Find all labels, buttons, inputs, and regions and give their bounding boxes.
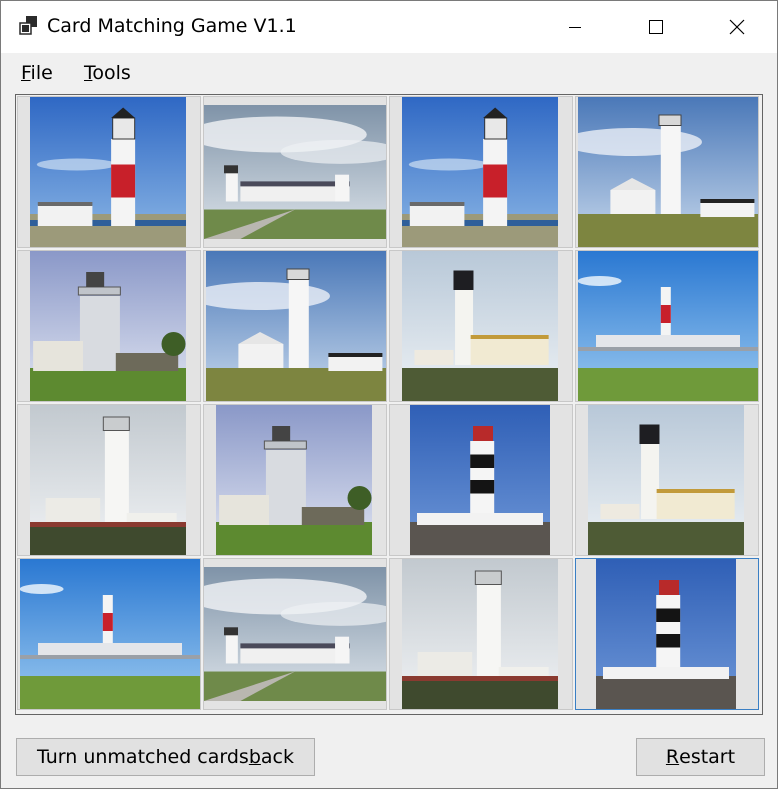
card-4[interactable]: [575, 96, 759, 248]
close-button[interactable]: [708, 1, 766, 53]
minimize-icon: [569, 27, 581, 28]
card-12[interactable]: [575, 404, 759, 556]
lighthouse-stone-tower-image: [216, 405, 372, 555]
lighthouse-white-cloudy-image: [30, 405, 186, 555]
lighthouse-red-band-image: [402, 97, 558, 247]
menu-bar: File Tools: [1, 53, 777, 93]
card-14[interactable]: [203, 558, 387, 710]
lighthouse-white-tall-cottage-image: [578, 97, 758, 247]
card-11[interactable]: [389, 404, 573, 556]
card-16[interactable]: [575, 558, 759, 710]
maximize-button[interactable]: [627, 1, 685, 53]
lighthouse-white-tall-cottage-image: [206, 251, 386, 401]
lighthouse-black-lantern-yellow-house-image: [588, 405, 744, 555]
lighthouse-black-white-stripes-image: [596, 559, 736, 709]
card-grid: [15, 94, 763, 715]
title-bar[interactable]: Card Matching Game V1.1: [1, 1, 777, 53]
restart-button[interactable]: Restart: [636, 738, 765, 776]
card-7[interactable]: [389, 250, 573, 402]
lighthouse-coastal-cottages-image: [204, 105, 386, 239]
window-title: Card Matching Game V1.1: [47, 15, 297, 37]
game-window: Card Matching Game V1.1 File Tools Turn …: [0, 0, 778, 789]
app-window-icon: [19, 16, 37, 35]
lighthouse-red-stripe-distant-image: [20, 559, 200, 709]
card-9[interactable]: [17, 404, 201, 556]
card-2[interactable]: [203, 96, 387, 248]
lighthouse-coastal-cottages-image: [204, 567, 386, 701]
lighthouse-red-band-image: [30, 97, 186, 247]
card-13[interactable]: [17, 558, 201, 710]
maximize-icon: [649, 20, 663, 34]
turn-unmatched-cards-back-button[interactable]: Turn unmatched cards b ack: [16, 738, 315, 776]
card-6[interactable]: [203, 250, 387, 402]
card-3[interactable]: [389, 96, 573, 248]
close-icon: [729, 19, 745, 35]
card-10[interactable]: [203, 404, 387, 556]
menu-tools[interactable]: Tools: [84, 62, 131, 84]
lighthouse-black-white-stripes-image: [410, 405, 550, 555]
card-1[interactable]: [17, 96, 201, 248]
card-5[interactable]: [17, 250, 201, 402]
lighthouse-black-lantern-yellow-house-image: [402, 251, 558, 401]
card-8[interactable]: [575, 250, 759, 402]
lighthouse-white-cloudy-image: [402, 559, 558, 709]
lighthouse-red-stripe-distant-image: [578, 251, 758, 401]
minimize-button[interactable]: [546, 1, 604, 53]
card-15[interactable]: [389, 558, 573, 710]
lighthouse-stone-tower-image: [30, 251, 186, 401]
menu-file[interactable]: File: [21, 62, 53, 84]
